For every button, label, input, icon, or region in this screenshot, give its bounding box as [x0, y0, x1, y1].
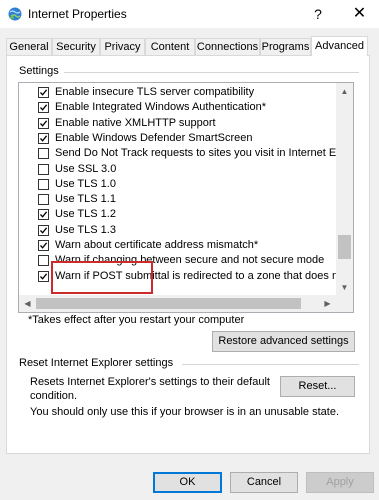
horizontal-scroll-thumb[interactable] [36, 298, 301, 309]
setting-label: Use TLS 1.2 [55, 208, 116, 221]
checkmark-icon [40, 227, 48, 234]
reset-button[interactable]: Reset... [280, 376, 355, 397]
checkbox-checked[interactable] [38, 87, 49, 98]
scroll-right-arrow-icon[interactable]: ▶ [319, 295, 336, 312]
restore-advanced-settings-button[interactable]: Restore advanced settings [212, 331, 355, 352]
setting-label: Warn about certificate address mismatch* [55, 239, 259, 251]
cancel-button[interactable]: Cancel [230, 472, 298, 493]
tab-connections[interactable]: Connections [195, 38, 260, 55]
tab-security[interactable]: Security [52, 38, 100, 55]
scroll-down-arrow-icon[interactable]: ▼ [336, 279, 353, 296]
checkmark-icon [40, 104, 48, 112]
close-button[interactable]: ✕ [340, 0, 379, 28]
scroll-up-arrow-icon[interactable]: ▲ [336, 83, 353, 100]
setting-label: Send Do Not Track requests to sites you … [55, 147, 337, 160]
checkmark-icon [40, 89, 48, 96]
checkbox-checked[interactable] [38, 209, 49, 221]
checkbox-checked[interactable] [38, 102, 49, 114]
tab-programs[interactable]: Programs [260, 38, 311, 55]
setting-label: Enable native XMLHTTP support [55, 116, 216, 129]
checkmark-icon [40, 135, 48, 142]
restart-note: *Takes effect after you restart your com… [28, 314, 245, 326]
tls-highlight-box [51, 261, 153, 294]
help-button[interactable]: ? [300, 0, 336, 28]
setting-label: Enable Windows Defender SmartScreen [55, 131, 253, 144]
setting-label: Use TLS 1.1 [55, 193, 116, 206]
setting-label: Use TLS 1.3 [55, 223, 116, 236]
scrollbar-corner [336, 295, 353, 312]
setting-label: Use SSL 3.0 [55, 162, 117, 175]
tab-general[interactable]: General [6, 38, 52, 55]
checkmark-icon [40, 272, 48, 280]
settings-group-divider [64, 72, 359, 73]
settings-group-label: Settings [18, 65, 60, 77]
checkmark-icon [40, 119, 48, 127]
reset-group-label: Reset Internet Explorer settings [18, 357, 175, 369]
checkbox-checked[interactable] [38, 270, 49, 282]
checkbox-checked[interactable] [38, 117, 49, 129]
tab-privacy[interactable]: Privacy [100, 38, 145, 55]
checkbox-checked[interactable] [38, 224, 49, 236]
checkbox-checked[interactable] [38, 240, 49, 251]
setting-label: Enable Integrated Windows Authentication… [55, 101, 266, 114]
checkbox-unchecked[interactable] [38, 148, 49, 160]
checkmark-icon [40, 211, 48, 219]
setting-label: Use TLS 1.0 [55, 177, 116, 190]
setting-label: Enable insecure TLS server compatibility [55, 86, 255, 98]
tab-advanced[interactable]: Advanced [311, 36, 368, 56]
reset-group-divider [182, 364, 359, 365]
checkmark-icon [40, 242, 48, 249]
vertical-scrollbar[interactable]: ▲ ▼ [336, 83, 353, 296]
checkbox-unchecked[interactable] [38, 194, 49, 206]
window-title: Internet Properties [28, 7, 127, 21]
reset-warning-note: You should only use this if your browser… [30, 406, 339, 418]
horizontal-scrollbar[interactable]: ◀ ▶ [19, 295, 353, 312]
vertical-scroll-thumb[interactable] [338, 235, 351, 259]
checkbox-unchecked[interactable] [38, 255, 49, 267]
internet-globe-icon [7, 6, 23, 22]
tab-content[interactable]: Content [145, 38, 195, 55]
checkbox-unchecked[interactable] [38, 163, 49, 175]
checkbox-checked[interactable] [38, 132, 49, 144]
apply-button[interactable]: Apply [306, 472, 374, 493]
scroll-left-arrow-icon[interactable]: ◀ [19, 295, 36, 312]
checkbox-unchecked[interactable] [38, 178, 49, 190]
title-bar: Internet Properties ? ✕ [0, 0, 379, 28]
dialog-footer: OK Cancel Apply [0, 462, 379, 500]
reset-description: Resets Internet Explorer's settings to t… [30, 376, 270, 402]
ok-button[interactable]: OK [153, 472, 222, 493]
